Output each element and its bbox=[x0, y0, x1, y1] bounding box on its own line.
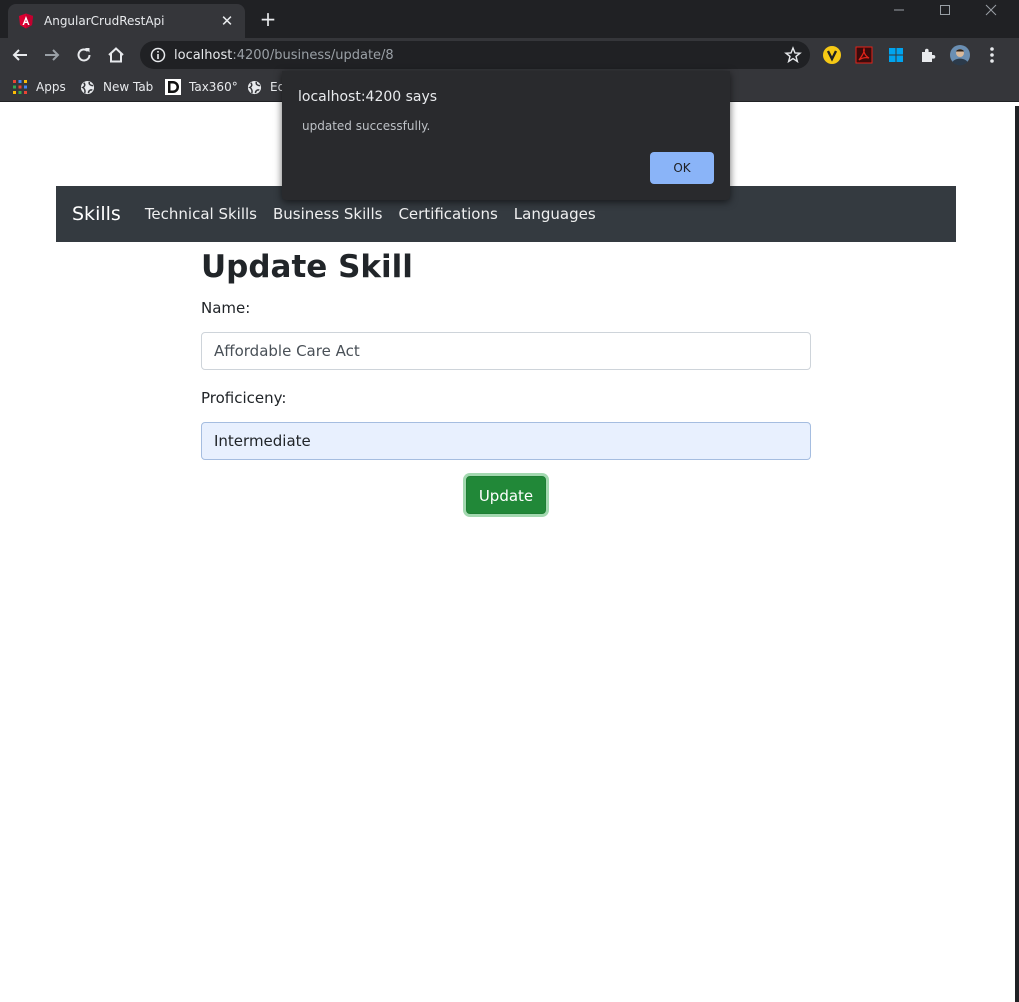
nav-link-certifications[interactable]: Certifications bbox=[398, 205, 497, 223]
tab-title: AngularCrudRestApi bbox=[44, 14, 165, 28]
bookmark-label: Apps bbox=[36, 80, 66, 94]
navbar-brand[interactable]: Skills bbox=[72, 203, 121, 225]
button-row: Update bbox=[201, 476, 811, 514]
windows-extension-icon[interactable] bbox=[884, 43, 908, 67]
bookmark-tax360[interactable]: Tax360° bbox=[165, 78, 238, 96]
dialog-title: localhost:4200 says bbox=[298, 89, 438, 105]
title-bar: AngularCrudRestApi ✕ + bbox=[0, 0, 1019, 38]
d-logo-icon bbox=[165, 79, 181, 95]
proficiency-label: Proficiceny: bbox=[201, 389, 287, 407]
new-tab-button[interactable]: + bbox=[257, 8, 279, 30]
bookmark-ed[interactable]: Ed bbox=[246, 78, 285, 96]
home-icon[interactable] bbox=[104, 43, 128, 67]
alert-dialog: localhost:4200 says updated successfully… bbox=[282, 71, 730, 200]
dialog-ok-button[interactable]: OK bbox=[650, 152, 714, 184]
angular-logo-icon bbox=[18, 13, 34, 29]
window-close-icon[interactable] bbox=[968, 0, 1014, 22]
url-text: localhost:4200/business/update/8 bbox=[174, 48, 394, 63]
browser-tab[interactable]: AngularCrudRestApi ✕ bbox=[8, 4, 245, 38]
vimeo-extension-icon[interactable] bbox=[820, 43, 844, 67]
bookmark-label: New Tab bbox=[103, 80, 154, 94]
page-title: Update Skill bbox=[201, 249, 413, 285]
back-arrow-icon[interactable] bbox=[8, 43, 32, 67]
url-host: localhost bbox=[174, 47, 233, 63]
extensions-puzzle-icon[interactable] bbox=[916, 43, 940, 67]
update-skill-form: Update Skill Name: Affordable Care Act P… bbox=[201, 242, 811, 514]
kebab-menu-icon[interactable] bbox=[980, 43, 1004, 67]
browser-toolbar: localhost:4200/business/update/8 bbox=[0, 38, 1019, 72]
proficiency-input[interactable]: Intermediate bbox=[201, 422, 811, 460]
window-edge bbox=[1015, 106, 1019, 1002]
dialog-message: updated successfully. bbox=[302, 119, 431, 133]
page-content: Skills Technical Skills Business Skills … bbox=[0, 106, 1015, 1002]
tab-close-icon[interactable]: ✕ bbox=[219, 12, 235, 30]
globe-icon bbox=[246, 79, 262, 95]
reload-icon[interactable] bbox=[72, 43, 96, 67]
minimize-icon[interactable] bbox=[876, 0, 922, 22]
nav-link-technical-skills[interactable]: Technical Skills bbox=[145, 205, 257, 223]
url-path: :4200/business/update/8 bbox=[232, 47, 394, 63]
profile-avatar-icon[interactable] bbox=[948, 43, 972, 67]
site-info-icon[interactable] bbox=[150, 47, 166, 63]
nav-link-languages[interactable]: Languages bbox=[514, 205, 596, 223]
globe-icon bbox=[79, 79, 95, 95]
bookmark-apps[interactable]: Apps bbox=[12, 78, 66, 96]
bookmark-new-tab[interactable]: New Tab bbox=[79, 78, 153, 96]
nav-link-business-skills[interactable]: Business Skills bbox=[273, 205, 382, 223]
forward-arrow-icon[interactable] bbox=[40, 43, 64, 67]
bookmark-star-icon[interactable] bbox=[784, 46, 802, 64]
address-bar[interactable]: localhost:4200/business/update/8 bbox=[140, 41, 810, 69]
bookmark-label: Tax360° bbox=[189, 80, 238, 94]
apps-grid-icon bbox=[12, 79, 28, 95]
pdf-extension-icon[interactable] bbox=[852, 43, 876, 67]
update-button[interactable]: Update bbox=[465, 476, 547, 514]
browser-window: AngularCrudRestApi ✕ + localhost:4200/bu… bbox=[0, 0, 1019, 1002]
name-input[interactable]: Affordable Care Act bbox=[201, 332, 811, 370]
maximize-icon[interactable] bbox=[922, 0, 968, 22]
name-label: Name: bbox=[201, 299, 251, 317]
